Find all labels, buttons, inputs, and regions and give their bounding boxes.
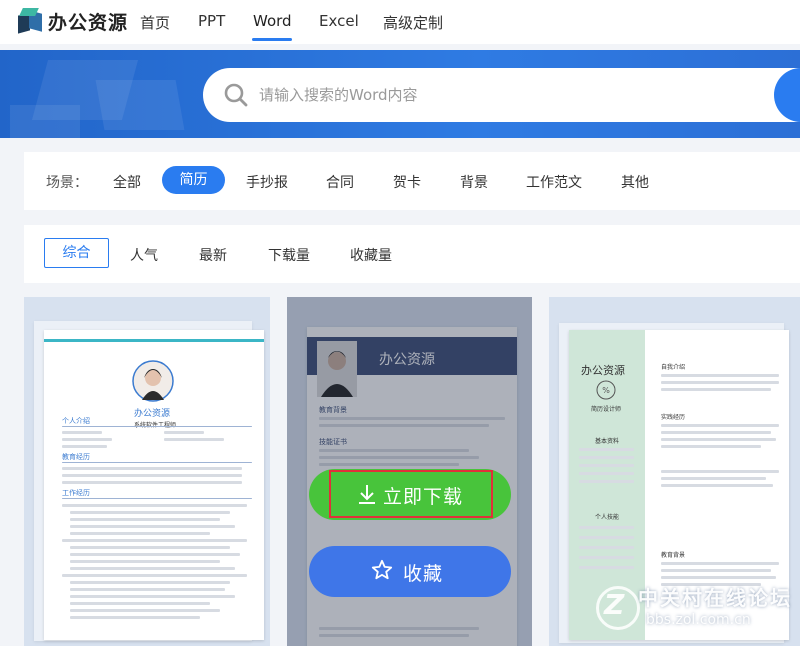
scene-background[interactable]: 背景: [460, 172, 488, 192]
nav-active-indicator: [252, 38, 292, 41]
template-card[interactable]: 办公资源 系统软件工程师 个人介绍 教育经历 工作经历: [24, 297, 270, 646]
scene-contract[interactable]: 合同: [326, 172, 354, 192]
scene-filter-bar: 场景： 全部 简历 手抄报 合同 贺卡 背景 工作范文 其他: [24, 152, 800, 210]
resume-name: 办公资源: [581, 364, 625, 377]
nav-excel[interactable]: Excel: [319, 12, 359, 30]
section-title: 基本资料: [595, 438, 620, 445]
nav-word[interactable]: Word: [253, 12, 292, 30]
nav-ppt[interactable]: PPT: [198, 12, 225, 30]
section-title: 教育经历: [62, 453, 90, 461]
section-title: 自我介绍: [661, 364, 686, 371]
top-navigation: 办公资源 首页 PPT Word Excel 高级定制: [0, 0, 800, 44]
section-title: 教育背景: [661, 552, 686, 559]
resume-preview: 办公资源 系统软件工程师 个人介绍 教育经历 工作经历: [44, 330, 264, 640]
favorite-label: 收藏: [403, 563, 444, 585]
nav-custom[interactable]: 高级定制: [383, 12, 443, 33]
sort-popularity[interactable]: 人气: [130, 245, 158, 265]
watermark-url: bbs.zol.com.cn: [646, 612, 751, 628]
section-title: 工作经历: [62, 489, 90, 497]
sort-downloads[interactable]: 下载量: [268, 245, 310, 265]
search-input[interactable]: [259, 68, 719, 122]
section-title: 个人技能: [595, 514, 620, 521]
scene-label: 场景：: [46, 175, 88, 191]
site-logo[interactable]: 办公资源: [18, 6, 128, 36]
sort-comprehensive[interactable]: 综合: [44, 238, 109, 268]
logo-mark-icon: [18, 8, 44, 34]
highlight-outline: [329, 470, 493, 518]
resume-role: 简历设计师: [591, 406, 622, 413]
section-title: 实践经历: [661, 414, 686, 421]
search-box: [203, 68, 800, 122]
forum-watermark: Z 中关村在线论坛 bbs.zol.com.cn: [596, 580, 800, 640]
sort-filter-bar: 综合 人气 最新 下载量 收藏量: [24, 225, 800, 283]
percent-badge-icon: %: [596, 380, 616, 400]
scene-other[interactable]: 其他: [621, 172, 649, 192]
nav-home[interactable]: 首页: [140, 12, 170, 33]
logo-text: 办公资源: [48, 11, 129, 34]
profile-photo: [132, 360, 174, 402]
svg-text:%: %: [602, 386, 610, 395]
sort-latest[interactable]: 最新: [199, 245, 227, 265]
template-card-hovered[interactable]: 办公资源 教育背景 技能证书 立即下载 收藏: [287, 297, 532, 646]
resume-role: 系统软件工程师: [134, 420, 176, 429]
scene-greeting-card[interactable]: 贺卡: [393, 172, 421, 192]
sort-favorites[interactable]: 收藏量: [350, 245, 392, 265]
scene-work-template[interactable]: 工作范文: [526, 172, 582, 192]
scene-handwritten-paper[interactable]: 手抄报: [246, 172, 288, 192]
search-icon[interactable]: [223, 82, 249, 108]
scene-all[interactable]: 全部: [113, 172, 141, 192]
scene-resume[interactable]: 简历: [162, 166, 225, 194]
star-icon: [371, 559, 393, 580]
resume-name: 办公资源: [134, 409, 171, 419]
section-title: 个人介绍: [62, 417, 90, 425]
watermark-title: 中关村在线论坛: [638, 586, 792, 610]
favorite-button[interactable]: 收藏: [309, 546, 511, 597]
